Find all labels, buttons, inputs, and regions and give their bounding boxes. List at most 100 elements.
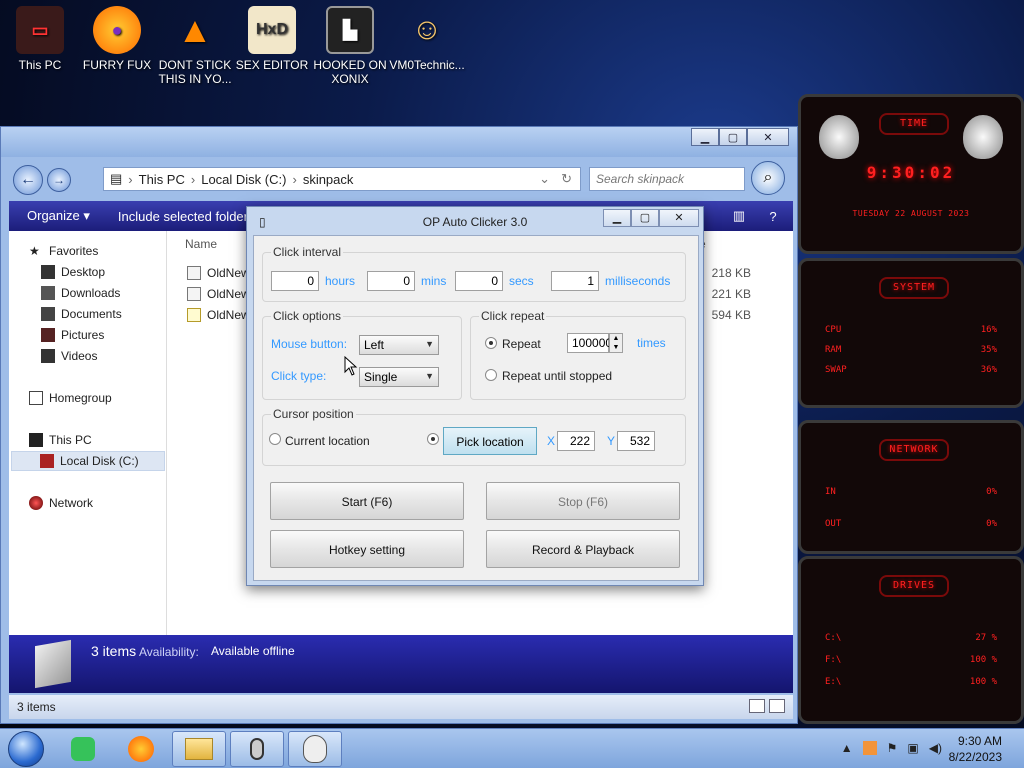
chevron-down-icon: ▼: [425, 339, 434, 349]
taskbar-notes-app[interactable]: [56, 731, 110, 767]
start-button[interactable]: Start (F6): [270, 482, 464, 520]
pick-location-radio[interactable]: [427, 433, 439, 445]
desktop-icon-sex-editor[interactable]: HxD SEX EDITOR: [232, 6, 312, 72]
x-coordinate-input[interactable]: 222: [557, 431, 595, 451]
breadcrumb-this-pc[interactable]: This PC: [133, 172, 191, 187]
taskbar-auto-clicker[interactable]: [230, 731, 284, 767]
row-value: 35%: [980, 345, 997, 355]
taskbar-time: 9:30 AM: [957, 734, 1002, 748]
repeat-until-stopped-radio[interactable]: [485, 369, 497, 381]
desktop-icon-this-pc[interactable]: ▭ This PC: [0, 6, 80, 72]
column-header-name[interactable]: Name: [185, 237, 217, 251]
firefox-icon: [128, 736, 154, 762]
drives-widget: DRIVES C:\ 27 % F:\ 100 % E:\ 100 %: [798, 556, 1024, 724]
file-name: OldNew: [207, 287, 250, 301]
close-button[interactable]: ✕: [659, 209, 699, 227]
taskbar-clock[interactable]: 9:30 AM 8/22/2023: [949, 733, 1002, 765]
mins-input[interactable]: 0: [367, 271, 415, 291]
spin-down-icon[interactable]: ▼: [613, 344, 620, 351]
nav-this-pc[interactable]: This PC: [29, 430, 185, 450]
mouse-button-select[interactable]: Left ▼: [359, 335, 439, 355]
desktop-icon-furry-fux[interactable]: ● FURRY FUX: [77, 6, 157, 72]
chevron-down-icon: ▼: [425, 371, 434, 381]
back-arrow-icon: ←: [20, 171, 36, 188]
close-button[interactable]: ✕: [747, 128, 789, 146]
details-view-icon[interactable]: [749, 699, 765, 713]
row-value: 100 %: [969, 655, 997, 665]
maximize-button[interactable]: ▢: [631, 209, 659, 227]
notes-icon: [71, 737, 95, 761]
y-coordinate-input[interactable]: 532: [617, 431, 655, 451]
dropdown-icon[interactable]: ⌄: [539, 171, 550, 187]
taskbar-file-explorer[interactable]: [172, 731, 226, 767]
details-availability-label: Availability:: [139, 645, 199, 659]
desktop-icon-vm0technic[interactable]: ☺ VM0Technic...: [387, 6, 467, 73]
search-icon[interactable]: ⌕: [751, 161, 785, 195]
row-label: CPU: [825, 325, 842, 335]
clicker-title-bar[interactable]: ▯ OP Auto Clicker 3.0 ▁ ▢ ✕: [247, 207, 703, 235]
secs-input[interactable]: 0: [455, 271, 503, 291]
minimize-button[interactable]: ▁: [603, 209, 631, 227]
row-label: E:\: [825, 677, 842, 687]
maximize-button[interactable]: ▢: [719, 128, 747, 146]
homegroup-icon: [29, 391, 43, 405]
computer-icon: [29, 433, 43, 447]
file-icon: [187, 308, 201, 322]
row-value: 100 %: [969, 677, 997, 687]
flag-icon[interactable]: ⚑: [887, 741, 898, 755]
pick-location-button[interactable]: Pick location: [443, 427, 537, 455]
help-icon[interactable]: ?: [763, 206, 783, 226]
search-input[interactable]: Search skinpack: [589, 167, 745, 191]
desktop-icon-vlc[interactable]: ▲ DONT STICK THIS IN YO...: [155, 6, 235, 87]
view-pane-icon[interactable]: ▥: [729, 206, 749, 226]
taskbar-firefox[interactable]: [114, 731, 168, 767]
repeat-count-input[interactable]: 100000: [567, 333, 612, 353]
widget-title: NETWORK: [879, 439, 949, 461]
row-label: RAM: [825, 345, 842, 355]
record-playback-button[interactable]: Record & Playback: [486, 530, 680, 568]
spin-up-icon[interactable]: ▲: [613, 335, 620, 342]
app-tray-icon[interactable]: [862, 741, 877, 755]
details-pane: 3 items Availability: Available offline: [9, 635, 793, 693]
nav-network[interactable]: Network: [29, 493, 185, 513]
minimize-button[interactable]: ▁: [691, 128, 719, 146]
repeat-radio[interactable]: [485, 337, 497, 349]
organize-button[interactable]: Organize ▾: [9, 208, 100, 224]
taskbar-jigsaw-app[interactable]: [288, 731, 342, 767]
nav-homegroup[interactable]: Homegroup: [29, 388, 185, 408]
click-type-select[interactable]: Single ▼: [359, 367, 439, 387]
breadcrumb-skinpack[interactable]: skinpack: [297, 172, 360, 187]
start-button[interactable]: [8, 731, 44, 767]
volume-icon[interactable]: ◀): [929, 741, 942, 755]
milliseconds-input[interactable]: 1: [551, 271, 599, 291]
refresh-icon[interactable]: ↻: [561, 171, 572, 187]
swap-row: SWAP 36%: [825, 365, 997, 375]
nav-local-disk[interactable]: Local Disk (C:): [11, 451, 165, 471]
drive-f-row: F:\ 100 %: [825, 655, 997, 665]
repeat-until-stopped-label: Repeat until stopped: [502, 369, 613, 383]
breadcrumb-local-disk[interactable]: Local Disk (C:): [195, 172, 292, 187]
file-name: OldNew: [207, 308, 250, 322]
stop-button[interactable]: Stop (F6): [486, 482, 680, 520]
network-tray-icon[interactable]: ▣: [907, 741, 918, 755]
current-location-radio[interactable]: [269, 433, 281, 445]
address-bar[interactable]: ▤ › This PC › Local Disk (C:) › skinpack…: [103, 167, 581, 191]
nav-label: Favorites: [49, 244, 99, 258]
hours-input[interactable]: 0: [271, 271, 319, 291]
explorer-title-bar[interactable]: ▁ ▢ ✕: [1, 127, 797, 157]
widget-title: DRIVES: [879, 575, 949, 597]
show-hidden-icons-icon[interactable]: ▲: [841, 741, 853, 755]
mouse-icon: ▯: [259, 215, 266, 229]
nav-favorites[interactable]: ★ Favorites: [29, 241, 185, 261]
row-label: IN: [825, 487, 836, 497]
large-icons-view-icon[interactable]: [769, 699, 785, 713]
drive-c-row: C:\ 27 %: [825, 633, 997, 643]
computer-icon: ▭: [16, 6, 64, 54]
back-button[interactable]: ←: [13, 165, 43, 195]
hotkey-setting-button[interactable]: Hotkey setting: [270, 530, 464, 568]
desktop-icon-hooked-on-xonix[interactable]: ▙ HOOKED ON XONIX: [310, 6, 390, 86]
secs-label: secs: [509, 274, 534, 288]
repeat-count-spinner[interactable]: ▲ ▼: [609, 333, 623, 353]
row-value: 36%: [980, 365, 997, 375]
forward-button[interactable]: →: [47, 168, 71, 192]
